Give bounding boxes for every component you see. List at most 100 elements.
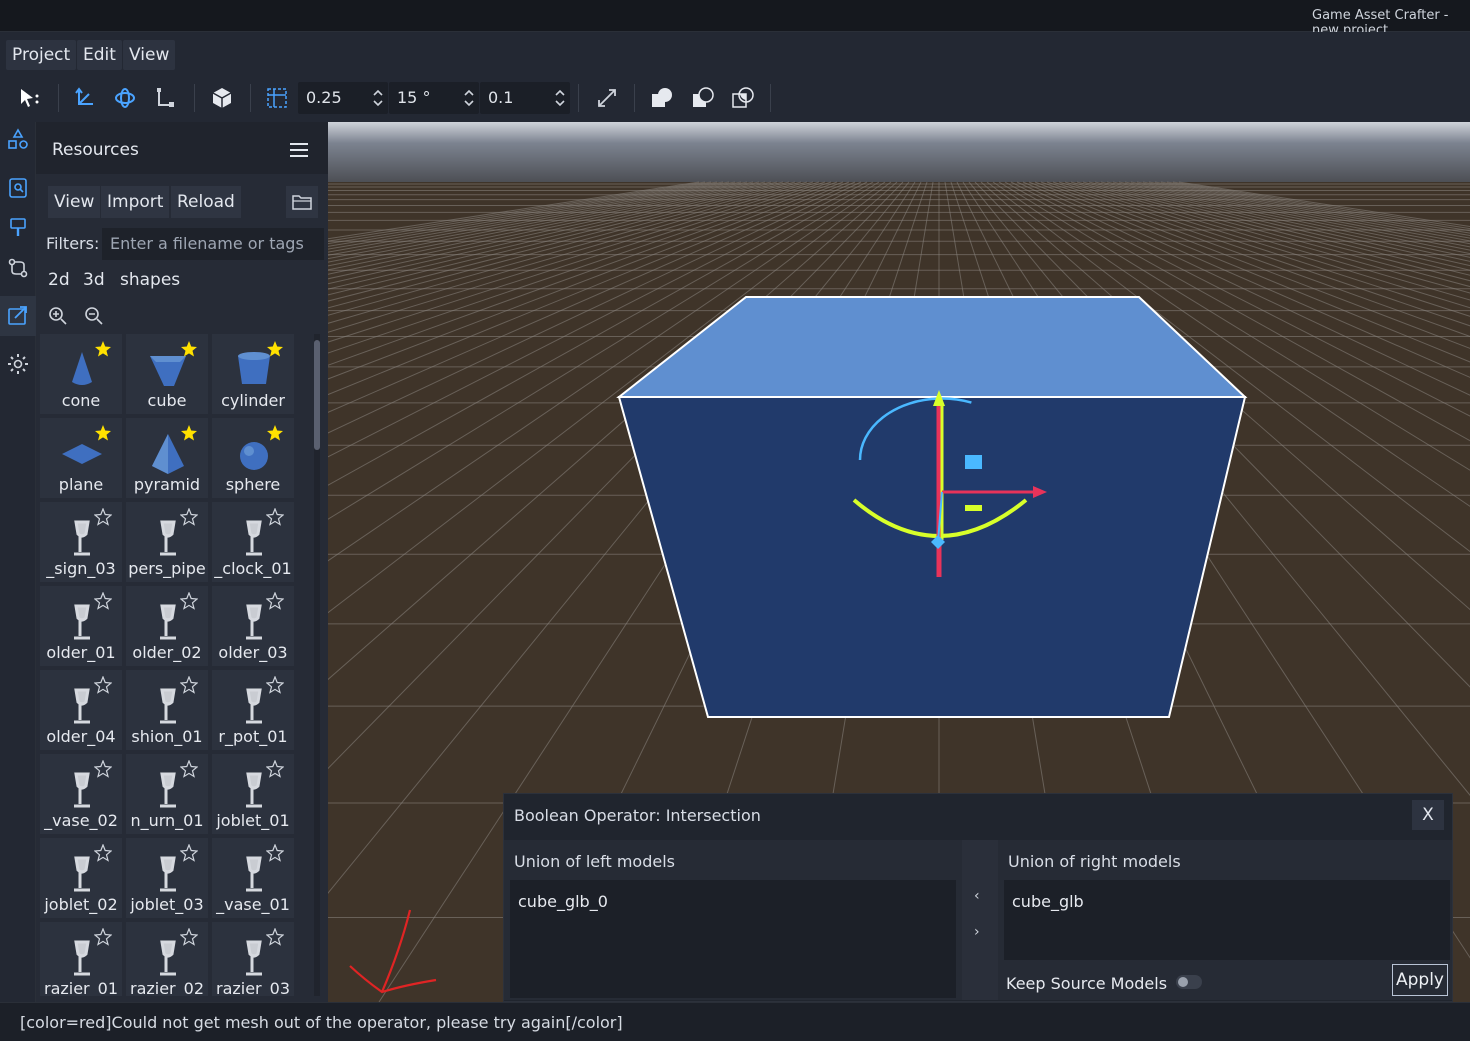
tag-shapes[interactable]: shapes: [120, 270, 180, 290]
menu-project[interactable]: Project: [6, 40, 77, 70]
star-filled-icon[interactable]: [94, 340, 112, 358]
asset-tile[interactable]: cylinder: [212, 334, 294, 414]
star-outline-icon[interactable]: [266, 844, 284, 862]
spinner-arrows-icon[interactable]: [372, 88, 384, 108]
asset-tile[interactable]: older_04: [40, 670, 122, 750]
move-left-button[interactable]: ‹: [974, 888, 980, 904]
toolbar: 0.25 15 ° 0.1: [0, 74, 1470, 122]
star-outline-icon[interactable]: [180, 676, 198, 694]
asset-tile[interactable]: cube: [126, 334, 208, 414]
star-outline-icon[interactable]: [266, 928, 284, 946]
tag-3d[interactable]: 3d: [83, 270, 105, 290]
select-tool-icon[interactable]: [12, 82, 46, 114]
reload-button[interactable]: Reload: [171, 186, 241, 218]
asset-tile[interactable]: _sign_03: [40, 502, 122, 582]
star-outline-icon[interactable]: [266, 760, 284, 778]
resources-search-icon[interactable]: [6, 176, 30, 200]
asset-tile[interactable]: razier_02: [126, 922, 208, 996]
git-compare-icon[interactable]: [6, 256, 30, 280]
asset-tile[interactable]: older_03: [212, 586, 294, 666]
asset-tile[interactable]: _vase_01: [212, 838, 294, 918]
star-outline-icon[interactable]: [94, 676, 112, 694]
zoom-out-icon[interactable]: [84, 306, 104, 326]
close-button[interactable]: X: [1412, 800, 1444, 830]
tag-2d[interactable]: 2d: [48, 270, 70, 290]
asset-tile[interactable]: _clock_01: [212, 502, 294, 582]
apply-button[interactable]: Apply: [1392, 964, 1448, 996]
star-outline-icon[interactable]: [180, 760, 198, 778]
star-outline-icon[interactable]: [94, 760, 112, 778]
star-filled-icon[interactable]: [266, 424, 284, 442]
asset-tile[interactable]: razier_03: [212, 922, 294, 996]
open-folder-button[interactable]: [286, 186, 318, 218]
list-item[interactable]: cube_glb_0: [518, 892, 608, 911]
paint-brush-icon[interactable]: [6, 216, 30, 240]
star-outline-icon[interactable]: [94, 928, 112, 946]
asset-label: plane: [58, 475, 104, 494]
scrollbar-thumb[interactable]: [314, 340, 320, 450]
zoom-in-icon[interactable]: [48, 306, 68, 326]
spinner-arrows-icon[interactable]: [554, 88, 566, 108]
local-space-cube-icon[interactable]: [205, 82, 239, 114]
asset-tile[interactable]: pyramid: [126, 418, 208, 498]
asset-tile[interactable]: joblet_02: [40, 838, 122, 918]
asset-tile[interactable]: joblet_03: [126, 838, 208, 918]
menu-view[interactable]: View: [123, 40, 176, 70]
boolean-intersect-icon[interactable]: [726, 82, 760, 114]
menu-edit[interactable]: Edit: [77, 40, 122, 70]
asset-tile[interactable]: pers_pipe: [126, 502, 208, 582]
star-outline-icon[interactable]: [180, 844, 198, 862]
boolean-union-icon[interactable]: [645, 82, 679, 114]
asset-tile[interactable]: sphere: [212, 418, 294, 498]
rotate-tool-icon[interactable]: [108, 82, 142, 114]
expand-arrows-icon[interactable]: [590, 82, 624, 114]
move-tool-icon[interactable]: [68, 82, 102, 114]
star-filled-icon[interactable]: [180, 424, 198, 442]
asset-tile[interactable]: _vase_02: [40, 754, 122, 834]
settings-gear-icon[interactable]: [6, 352, 30, 376]
export-icon[interactable]: [6, 304, 30, 328]
star-outline-icon[interactable]: [94, 508, 112, 526]
star-outline-icon[interactable]: [180, 508, 198, 526]
translate-snap-value: 0.25: [306, 88, 342, 107]
star-outline-icon[interactable]: [266, 676, 284, 694]
translate-snap-input[interactable]: 0.25: [298, 82, 388, 114]
asset-tile[interactable]: razier_01: [40, 922, 122, 996]
asset-tile[interactable]: n_urn_01: [126, 754, 208, 834]
asset-label: _clock_01: [214, 559, 292, 578]
star-filled-icon[interactable]: [266, 340, 284, 358]
star-outline-icon[interactable]: [180, 592, 198, 610]
star-outline-icon[interactable]: [94, 844, 112, 862]
rotate-snap-input[interactable]: 15 °: [389, 82, 479, 114]
shapes-icon[interactable]: [6, 128, 30, 152]
asset-tile[interactable]: plane: [40, 418, 122, 498]
star-filled-icon[interactable]: [94, 424, 112, 442]
asset-tile[interactable]: older_02: [126, 586, 208, 666]
asset-tile[interactable]: r_pot_01: [212, 670, 294, 750]
keep-source-toggle[interactable]: [1176, 975, 1202, 989]
star-filled-icon[interactable]: [180, 340, 198, 358]
asset-tile[interactable]: older_01: [40, 586, 122, 666]
scale-tool-icon[interactable]: [148, 82, 182, 114]
move-right-button[interactable]: ›: [974, 924, 980, 940]
star-outline-icon[interactable]: [266, 508, 284, 526]
right-models-list[interactable]: cube_glb: [1004, 880, 1450, 960]
scale-snap-input[interactable]: 0.1: [480, 82, 570, 114]
filters-input[interactable]: Enter a filename or tags: [102, 228, 324, 260]
cube-front-face[interactable]: [617, 396, 1247, 718]
asset-tile[interactable]: cone: [40, 334, 122, 414]
star-outline-icon[interactable]: [266, 592, 284, 610]
asset-scrollbar[interactable]: [314, 334, 320, 996]
boolean-subtract-icon[interactable]: [686, 82, 720, 114]
asset-tile[interactable]: shion_01: [126, 670, 208, 750]
left-models-list[interactable]: cube_glb_0: [510, 880, 956, 998]
grid-snap-icon[interactable]: [260, 82, 294, 114]
asset-tile[interactable]: joblet_01: [212, 754, 294, 834]
import-button[interactable]: Import: [101, 186, 170, 218]
star-outline-icon[interactable]: [94, 592, 112, 610]
list-item[interactable]: cube_glb: [1012, 892, 1084, 911]
view-button[interactable]: View: [48, 186, 101, 218]
star-outline-icon[interactable]: [180, 928, 198, 946]
spinner-arrows-icon[interactable]: [463, 88, 475, 108]
hamburger-menu-icon[interactable]: [290, 143, 308, 157]
